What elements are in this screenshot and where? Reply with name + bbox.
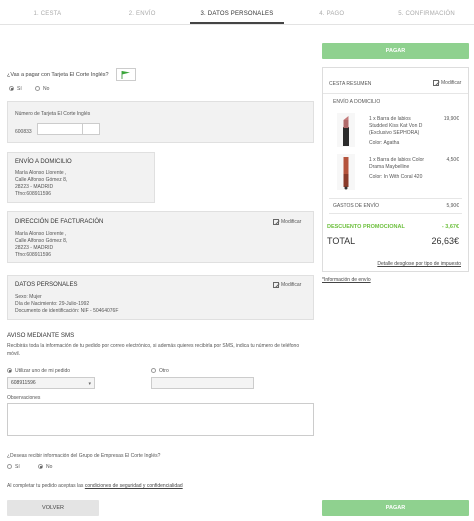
terms-prefix: Al completar tu pedido aceptas las — [7, 483, 84, 489]
group-info-no-label: No — [46, 464, 53, 470]
group-info-yes-label: Sí — [15, 464, 20, 470]
personal-data-panel: DATOS PERSONALES Modificar Sexo: Mujer D… — [7, 275, 314, 320]
personal-sex: Sexo: Mujer — [15, 294, 42, 300]
step-payment: 4. PAGO — [319, 11, 345, 17]
step-confirmation: 5. CONFIRMACIÓN — [398, 11, 455, 17]
sms-title: AVISO MEDIANTE SMS — [7, 332, 75, 339]
sms-description: Recibirás toda la información de tu pedi… — [7, 343, 300, 357]
billing-title: DIRECCIÓN DE FACTURACIÓN — [15, 219, 104, 225]
card-prefix: 600833 — [15, 129, 32, 135]
shipping-cost-value: 5,90€ — [446, 203, 459, 209]
total-label: TOTAL — [327, 236, 356, 246]
card-number-input[interactable] — [37, 123, 85, 135]
billing-line-1: María Alonso Llorente , — [15, 231, 67, 237]
product-image-lipstick-1 — [337, 113, 355, 147]
other-phone-input[interactable] — [151, 377, 254, 389]
item-2-price: 4,50€ — [446, 157, 459, 163]
billing-line-3: 28223 - MADRID — [15, 245, 54, 251]
checkout-steps: 1. CESTA 2. ENVÍO 3. DATOS PERSONALES 4.… — [0, 7, 474, 25]
card-radio-yes[interactable]: Sí — [9, 86, 22, 92]
edit-icon — [273, 219, 279, 225]
cart-summary-panel: CESTA RESUMEN Modificar ENVÍO A DOMICILI… — [322, 67, 469, 272]
pay-button-bottom[interactable]: PAGAR — [322, 500, 469, 516]
item-2-color: Color: In With Coral 420 — [369, 174, 423, 180]
shipping-info-link[interactable]: *Información de envío — [322, 277, 371, 283]
item-1-name-2: Studded Kiss Kat Von D — [369, 123, 423, 129]
group-info-no[interactable]: No — [38, 464, 52, 470]
billing-line-4: Tfno:608911596 — [15, 252, 52, 258]
edit-icon — [273, 282, 279, 288]
shipping-title: ENVÍO A DOMICILIO — [15, 159, 72, 165]
shipping-cost-label: GASTOS DE ENVÍO — [333, 203, 380, 209]
observations-label: Observaciones — [7, 395, 41, 401]
step-personal-data: 3. DATOS PERSONALES — [189, 7, 285, 24]
summary-title: CESTA RESUMEN — [329, 81, 372, 87]
product-image-lipstick-2 — [337, 154, 355, 190]
shipping-line-3: 28223 - MADRID — [15, 184, 54, 190]
item-1-price: 19,90€ — [443, 116, 459, 122]
personal-edit-link[interactable]: Modificar — [273, 282, 301, 288]
sms-option-mine[interactable]: Utilizar uno de mi pedido — [7, 368, 70, 374]
phone-select-value: 608911596 — [11, 380, 36, 386]
card-number-label: Número de Tarjeta El Corte Inglés — [15, 111, 91, 117]
shipping-line-2: Calle Alfonso Gómez 8, — [15, 177, 68, 183]
summary-shipping-divider — [329, 213, 462, 214]
billing-edit-link[interactable]: Modificar — [273, 219, 301, 225]
shipping-line-1: María Alonso Llorente , — [15, 170, 67, 176]
summary-section-title: ENVÍO A DOMICILIO — [333, 99, 381, 105]
group-info-yes[interactable]: Sí — [7, 464, 20, 470]
billing-line-2: Calle Alfonso Gómez 8, — [15, 238, 68, 244]
item-2-name-1: 1 x Barra de labios Color — [369, 157, 425, 163]
item-1-name-3: (Exclusivo SEPHORA) — [369, 130, 420, 136]
shipping-line-4: Tfno:608911596 — [15, 191, 52, 197]
summary-items-divider — [329, 198, 462, 199]
card-radio-no-label: No — [43, 86, 50, 92]
observations-textarea[interactable] — [7, 403, 314, 436]
terms-text: Al completar tu pedido aceptas las condi… — [7, 483, 183, 489]
tax-detail-link[interactable]: Detalle desglose por tipo de impuesto — [377, 261, 461, 267]
personal-birthdate: Día de Nacimiento: 29-Julio-1992 — [15, 301, 90, 307]
step-shipping[interactable]: 2. ENVÍO — [95, 7, 190, 24]
group-info-question: ¿Deseas recibir información del Grupo de… — [7, 453, 161, 459]
chevron-down-icon: ▾ — [88, 381, 91, 387]
phone-select[interactable]: 608911596 ▾ — [7, 377, 95, 389]
edit-icon — [433, 80, 439, 86]
sms-option-mine-label: Utilizar uno de mi pedido — [15, 368, 71, 374]
shipping-address-panel: ENVÍO A DOMICILIO María Alonso Llorente … — [7, 152, 155, 203]
card-radio-no[interactable]: No — [35, 86, 49, 92]
item-1-color: Color: Agatha — [369, 140, 400, 146]
summary-header-divider — [323, 93, 468, 94]
billing-address-panel: DIRECCIÓN DE FACTURACIÓN Modificar María… — [7, 211, 314, 263]
summary-edit-label: Modificar — [441, 80, 462, 86]
summary-edit-link[interactable]: Modificar — [433, 80, 461, 86]
step-cart[interactable]: 1. CESTA — [0, 7, 95, 24]
sms-option-other-label: Otro — [159, 368, 169, 374]
card-number-panel: Número de Tarjeta El Corte Inglés 600833 — [7, 101, 314, 143]
pay-button-top[interactable]: PAGAR — [322, 43, 469, 59]
personal-document: Documento de identificación: NIF - 50464… — [15, 308, 119, 314]
terms-link[interactable]: condiciones de seguridad y confidenciali… — [85, 483, 183, 489]
card-radio-yes-label: Sí — [17, 86, 22, 92]
sms-option-other[interactable]: Otro — [151, 368, 169, 374]
card-question: ¿Vas a pagar con Tarjeta El Corte Inglés… — [7, 72, 109, 78]
total-value: 26,63€ — [431, 236, 459, 246]
card-flag-icon — [116, 68, 136, 81]
back-button[interactable]: VOLVER — [7, 500, 99, 516]
personal-edit-label: Modificar — [281, 282, 302, 288]
item-2-name-2: Drama Maybelline — [369, 164, 410, 170]
discount-value: - 3,67€ — [441, 224, 459, 230]
personal-title: DATOS PERSONALES — [15, 282, 78, 288]
item-1-name-1: 1 x Barra de labios — [369, 116, 411, 122]
card-digits-input[interactable] — [82, 123, 100, 135]
discount-label: DESCUENTO PROMOCIONAL — [327, 224, 405, 230]
billing-edit-label: Modificar — [281, 219, 302, 225]
